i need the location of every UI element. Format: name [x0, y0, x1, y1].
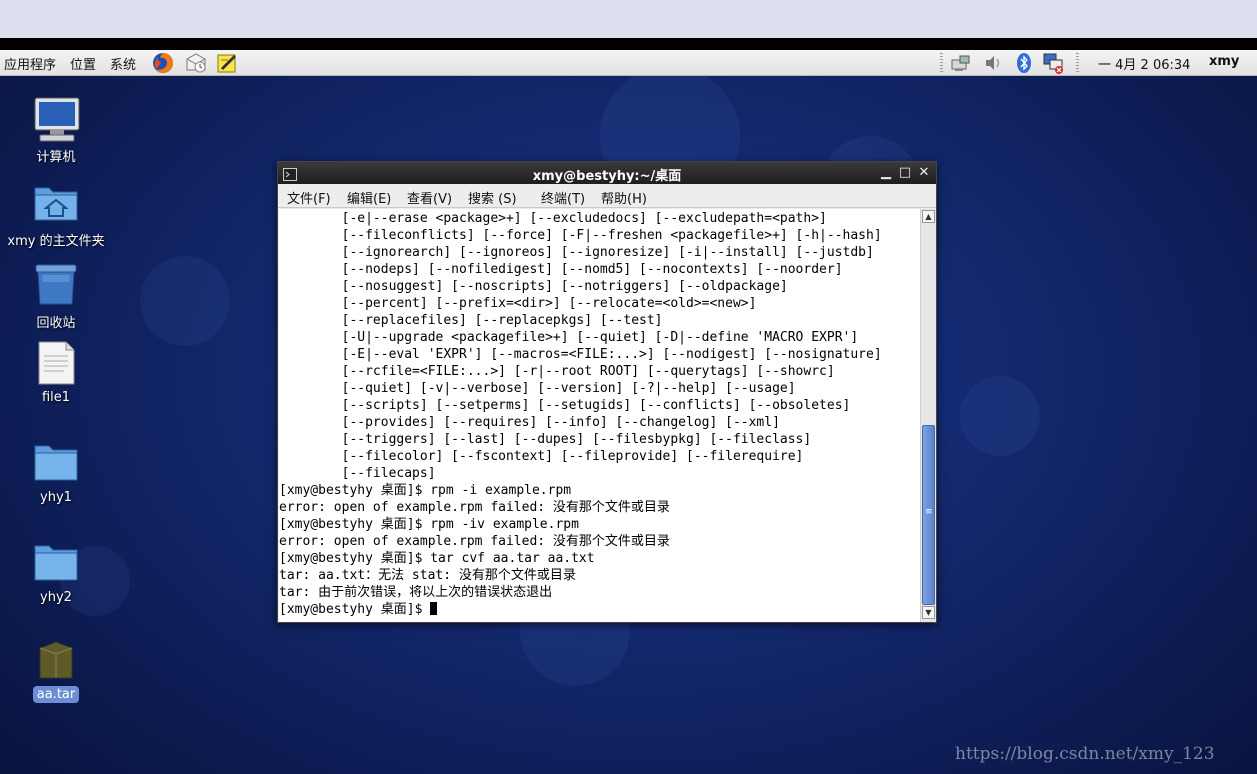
terminal-scrollbar[interactable]: ▲ ≡ ▼: [920, 209, 936, 622]
desktop-icon-label: 计算机: [36, 150, 76, 165]
terminal-line: [xmy@bestyhy 桌面]$ rpm -iv example.rpm: [279, 517, 579, 532]
mail-icon[interactable]: [184, 51, 208, 75]
terminal-prompt: [xmy@bestyhy 桌面]$: [279, 602, 431, 617]
terminal-line: [--ignorearch] [--ignoreos] [--ignoresiz…: [279, 245, 874, 260]
terminal-line: [--replacefiles] [--replacepkgs] [--test…: [279, 313, 663, 328]
screen-border: [0, 38, 1257, 50]
notes-icon[interactable]: [215, 51, 239, 75]
text-cursor: [430, 602, 438, 615]
grip-icon: ≡: [925, 507, 933, 517]
network-icon[interactable]: [948, 51, 972, 75]
desktop-icon-yhy2[interactable]: yhy2: [0, 540, 112, 610]
volume-icon[interactable]: [981, 51, 1005, 75]
panel-username[interactable]: xmy: [1209, 54, 1239, 69]
terminal-prompt-line[interactable]: [xmy@bestyhy 桌面]$: [279, 601, 438, 618]
terminal-line: [--filecolor] [--fscontext] [--fileprovi…: [279, 449, 804, 464]
desktop-icon-label: xmy 的主文件夹: [7, 234, 105, 249]
firefox-icon[interactable]: [151, 51, 175, 75]
terminal-line: [--nosuggest] [--noscripts] [--notrigger…: [279, 279, 788, 294]
computer-icon: [34, 96, 80, 144]
minimize-button[interactable]: ▁: [878, 165, 894, 181]
terminal-line: [xmy@bestyhy 桌面]$ tar cvf aa.tar aa.txt: [279, 551, 595, 566]
top-blank-area: [0, 0, 1257, 38]
terminal-line: tar: aa.txt：无法 stat: 没有那个文件或目录: [279, 568, 576, 583]
terminal-title: xmy@bestyhy:~/桌面: [532, 169, 682, 184]
archive-icon: [36, 638, 82, 686]
trash-icon: [33, 262, 79, 310]
terminal-menubar: 文件(F) 编辑(E) 查看(V) 搜索 (S) 终端(T) 帮助(H): [278, 184, 936, 208]
terminal-line: [--percent] [--prefix=<dir>] [--relocate…: [279, 296, 757, 311]
desktop-icon-label: yhy1: [40, 490, 72, 505]
places-menu[interactable]: 位置: [70, 54, 96, 73]
scroll-down-button[interactable]: ▼: [922, 606, 935, 619]
terminal-line: [-U|--upgrade <packagefile>+] [--quiet] …: [279, 330, 859, 345]
top-panel: 应用程序 位置 系统 一 4月 2 06:34 xmy: [0, 50, 1257, 76]
terminal-line: [-E|--eval 'EXPR'] [--macros=<FILE:...>]…: [279, 347, 882, 362]
desktop-icon-label: aa.tar: [33, 686, 79, 703]
terminal-line: [-e|--erase <package>+] [--excludedocs] …: [279, 211, 827, 226]
menu-view[interactable]: 查看(V): [407, 188, 452, 207]
clock[interactable]: 一 4月 2 06:34: [1098, 54, 1190, 73]
desktop-icon-file1[interactable]: file1: [0, 340, 112, 410]
text-file-icon: [36, 340, 82, 388]
terminal-output[interactable]: [-e|--erase <package>+] [--excludedocs] …: [279, 209, 920, 622]
terminal-line: [xmy@bestyhy 桌面]$ rpm -i example.rpm: [279, 483, 572, 498]
terminal-window[interactable]: xmy@bestyhy:~/桌面 ▁ □ ✕ 文件(F) 编辑(E) 查看(V)…: [277, 161, 937, 623]
home-folder-icon: [33, 180, 79, 228]
menu-search[interactable]: 搜索 (S): [468, 188, 517, 207]
terminal-line: [--fileconflicts] [--force] [-F|--freshe…: [279, 228, 882, 243]
desktop-icon-label: 回收站: [36, 316, 76, 331]
desktop-icon-label: file1: [41, 390, 71, 405]
terminal-line: error: open of example.rpm failed: 没有那个文…: [279, 500, 670, 515]
folder-icon: [33, 540, 79, 588]
terminal-titlebar[interactable]: xmy@bestyhy:~/桌面 ▁ □ ✕: [278, 162, 936, 184]
menu-help[interactable]: 帮助(H): [601, 188, 647, 207]
desktop-icon-home[interactable]: xmy 的主文件夹: [0, 180, 112, 250]
folder-icon: [33, 440, 79, 488]
terminal-line: [--quiet] [-v|--verbose] [--version] [-?…: [279, 381, 796, 396]
panel-separator: [1076, 53, 1079, 73]
maximize-button[interactable]: □: [897, 165, 913, 181]
display-icon[interactable]: [1041, 51, 1065, 75]
desktop-icon-label: yhy2: [40, 590, 72, 605]
bluetooth-icon[interactable]: [1012, 51, 1036, 75]
menu-terminal[interactable]: 终端(T): [541, 188, 585, 207]
desktop-icon-aa-tar[interactable]: aa.tar: [0, 638, 112, 708]
terminal-line: error: open of example.rpm failed: 没有那个文…: [279, 534, 670, 549]
menu-file[interactable]: 文件(F): [287, 188, 331, 207]
desktop-icon-computer[interactable]: 计算机: [0, 96, 112, 166]
terminal-line: [--filecaps]: [279, 466, 436, 481]
applications-menu[interactable]: 应用程序: [4, 54, 56, 73]
terminal-line: [--triggers] [--last] [--dupes] [--files…: [279, 432, 812, 447]
terminal-line: [--scripts] [--setperms] [--setugids] [-…: [279, 398, 851, 413]
close-button[interactable]: ✕: [916, 165, 932, 181]
terminal-line: [--provides] [--requires] [--info] [--ch…: [279, 415, 780, 430]
desktop-icon-trash[interactable]: 回收站: [0, 262, 112, 332]
scrollbar-thumb[interactable]: ≡: [922, 425, 935, 605]
scroll-up-button[interactable]: ▲: [922, 210, 935, 223]
menu-edit[interactable]: 编辑(E): [347, 188, 391, 207]
system-menu[interactable]: 系统: [110, 54, 136, 73]
desktop-icon-yhy1[interactable]: yhy1: [0, 440, 112, 510]
terminal-line: [--rcfile=<FILE:...>] [-r|--root ROOT] […: [279, 364, 835, 379]
panel-separator: [940, 53, 943, 73]
terminal-line: [--nodeps] [--nofiledigest] [--nomd5] [-…: [279, 262, 843, 277]
terminal-line: tar: 由于前次错误，将以上次的错误状态退出: [279, 585, 553, 600]
watermark: https://blog.csdn.net/xmy_123: [955, 744, 1215, 764]
